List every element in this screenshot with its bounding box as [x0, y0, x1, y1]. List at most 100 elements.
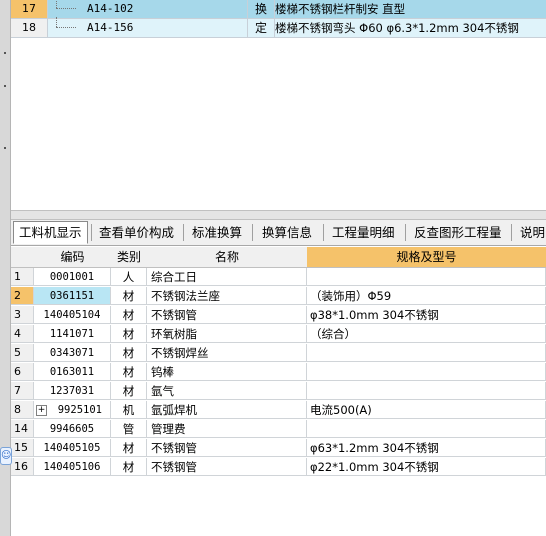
tab-conversion-info[interactable]: 换算信息: [257, 222, 317, 243]
resource-code: 1237031: [34, 382, 111, 400]
row-number: 17: [11, 0, 48, 18]
resource-type: 材: [111, 325, 147, 343]
resource-spec[interactable]: 电流500(A): [307, 401, 546, 419]
resource-type: 人: [111, 268, 147, 286]
row-number: 15: [11, 439, 34, 457]
resource-spec[interactable]: [307, 363, 546, 381]
resource-name: 钨棒: [147, 363, 307, 381]
row-number: 14: [11, 420, 34, 438]
column-header-code[interactable]: 编码: [34, 247, 112, 268]
resource-grid: 编码 类别 名称 规格及型号 1 0001001 人 综合工日 2 036115…: [11, 247, 546, 536]
resource-code: 140405104: [34, 306, 111, 324]
resource-spec[interactable]: [307, 382, 546, 400]
resource-type: 材: [111, 382, 147, 400]
row-number: 2: [11, 287, 34, 305]
tab-labor-material-machine[interactable]: 工料机显示: [13, 221, 88, 244]
resource-spec[interactable]: [307, 268, 546, 286]
table-row[interactable]: 15 140405105 材 不锈钢管 φ63*1.2mm 304不锈钢: [11, 439, 546, 457]
table-row[interactable]: 3 140405104 材 不锈钢管 φ38*1.0mm 304不锈钢: [11, 306, 546, 324]
resource-name: 氩弧焊机: [147, 401, 307, 419]
table-row[interactable]: 1 0001001 人 综合工日: [11, 268, 546, 286]
table-row[interactable]: 2 0361151 材 不锈钢法兰座 （装饰用）Φ59: [11, 287, 546, 305]
item-code-text: A14-102: [87, 2, 134, 15]
row-number: 1: [11, 268, 34, 286]
resource-code: 140405106: [34, 458, 111, 476]
splitter-grip-dot: [4, 147, 6, 149]
resource-code: 0343071: [34, 344, 111, 362]
tree-line: [56, 17, 57, 27]
tab-divider: [405, 224, 406, 241]
tab-standard-conversion[interactable]: 标准换算: [187, 222, 247, 243]
table-row[interactable]: 17 A14-102 换 楼梯不锈钢栏杆制安 直型: [11, 0, 546, 19]
item-code: A14-156: [48, 17, 248, 37]
row-number: 4: [11, 325, 34, 343]
splitter-grip-dot: [4, 52, 6, 54]
resource-type: 材: [111, 344, 147, 362]
table-row[interactable]: 16 140405106 材 不锈钢管 φ22*1.0mm 304不锈钢: [11, 458, 546, 476]
tab-reverse-graphic-quantity[interactable]: 反查图形工程量: [409, 222, 507, 243]
resource-type: 机: [111, 401, 147, 419]
table-row[interactable]: 6 0163011 材 钨棒: [11, 363, 546, 381]
resource-type: 材: [111, 458, 147, 476]
row-number: 16: [11, 458, 34, 476]
quota-items-grid: 17 A14-102 换 楼梯不锈钢栏杆制安 直型 18 A14-156 定 楼…: [11, 0, 546, 210]
table-row[interactable]: 5 0343071 材 不锈钢焊丝: [11, 344, 546, 362]
item-name: 楼梯不锈钢栏杆制安 直型: [275, 0, 546, 18]
resource-type: 管: [111, 420, 147, 438]
pane-splitter[interactable]: [11, 210, 546, 220]
resource-name: 不锈钢法兰座: [147, 287, 307, 305]
tab-quantity-details[interactable]: 工程量明细: [327, 222, 400, 243]
resource-type: 材: [111, 306, 147, 324]
tab-divider: [252, 224, 253, 241]
resource-spec[interactable]: [307, 344, 546, 362]
resource-spec[interactable]: （装饰用）Φ59: [307, 287, 546, 305]
resource-code: 9946605: [34, 420, 111, 438]
row-number: 18: [11, 19, 48, 37]
column-header-spec[interactable]: 规格及型号: [307, 247, 546, 268]
row-number: 8: [11, 401, 34, 419]
column-header-type[interactable]: 类别: [111, 247, 148, 268]
item-type: 换: [248, 0, 275, 18]
resource-spec[interactable]: [307, 420, 546, 438]
resource-code: 140405105: [34, 439, 111, 457]
item-type: 定: [248, 19, 275, 37]
tree-line: [56, 0, 57, 8]
resource-type: 材: [111, 439, 147, 457]
tab-unit-price-composition[interactable]: 查看单价构成: [94, 222, 179, 243]
resource-name: 不锈钢管: [147, 439, 307, 457]
resource-name: 不锈钢管: [147, 458, 307, 476]
tab-divider: [91, 224, 92, 241]
item-code-text: A14-156: [87, 21, 134, 34]
resource-spec[interactable]: （综合）: [307, 325, 546, 343]
item-name: 楼梯不锈钢弯头 Φ60 φ6.3*1.2mm 304不锈钢: [275, 21, 519, 35]
column-header-name[interactable]: 名称: [147, 247, 308, 268]
resource-spec[interactable]: φ22*1.0mm 304不锈钢: [307, 458, 546, 476]
table-row[interactable]: 4 1141071 材 环氧树脂 （综合）: [11, 325, 546, 343]
resource-name: 不锈钢焊丝: [147, 344, 307, 362]
detail-tab-bar: 工料机显示 查看单价构成 标准换算 换算信息 工程量明细 反查图形工程量 说明: [11, 220, 546, 246]
row-number: 7: [11, 382, 34, 400]
resource-code: 0001001: [34, 268, 111, 286]
smiley-icon[interactable]: ☺: [0, 447, 12, 465]
expand-plus-icon[interactable]: +: [36, 405, 47, 416]
table-row[interactable]: 14 9946605 管 管理费: [11, 420, 546, 438]
splitter-grip-dot: [4, 85, 6, 87]
resource-code: 0163011: [34, 363, 111, 381]
resource-type: 材: [111, 287, 147, 305]
resource-spec[interactable]: φ38*1.0mm 304不锈钢: [307, 306, 546, 324]
row-number: 3: [11, 306, 34, 324]
resource-spec[interactable]: φ63*1.2mm 304不锈钢: [307, 439, 546, 457]
tree-line: [56, 8, 76, 9]
resource-name: 氩气: [147, 382, 307, 400]
table-row[interactable]: 18 A14-156 定 楼梯不锈钢弯头 Φ60 φ6.3*1.2mm 304不…: [11, 17, 546, 38]
table-row[interactable]: 7 1237031 材 氩气: [11, 382, 546, 400]
tab-divider: [511, 224, 512, 241]
tab-description[interactable]: 说明: [515, 222, 546, 243]
resource-name: 管理费: [147, 420, 307, 438]
resource-name: 综合工日: [147, 268, 307, 286]
table-row[interactable]: 8 9925101 + 机 氩弧焊机 电流500(A): [11, 401, 546, 419]
tab-divider: [183, 224, 184, 241]
tab-divider: [323, 224, 324, 241]
item-code: A14-102: [48, 0, 248, 18]
tree-line: [56, 27, 76, 28]
